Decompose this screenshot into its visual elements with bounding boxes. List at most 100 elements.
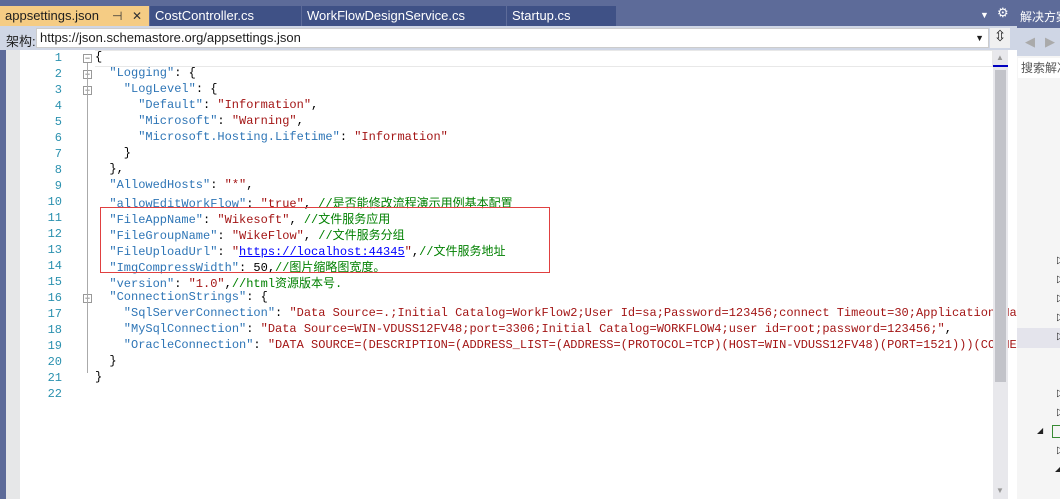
punctuation: :: [339, 130, 355, 144]
json-string: "DATA SOURCE=(DESCRIPTION=(ADDRESS_LIST=…: [267, 338, 1017, 352]
json-key: "Microsoft.Hosting.Lifetime": [138, 130, 340, 144]
solution-search-input[interactable]: 搜索解决方案: [1018, 58, 1060, 78]
punctuation: ,: [224, 277, 232, 291]
json-key: "SqlServerConnection": [123, 306, 276, 320]
line-number: 19: [47, 339, 62, 353]
json-key: "Microsoft": [138, 114, 218, 128]
json-key: "ConnectionStrings": [109, 290, 247, 304]
schema-label: 架构:: [6, 34, 36, 49]
schema-value: https://json.schemastore.org/appsettings…: [40, 30, 301, 45]
close-icon[interactable]: ✕: [132, 6, 142, 26]
line-number: 21: [47, 371, 62, 385]
punctuation: }: [123, 146, 131, 160]
line-number: 7: [54, 147, 62, 161]
red-annotation-box: [100, 207, 550, 273]
line-number-gutter: 1 2 3 4 5 6 7 8 9 10 11 12 13 14 15 16 17 18 19 20 21 22: [20, 50, 70, 499]
json-string: "Information": [217, 98, 312, 112]
code-line[interactable]: "ConnectionStrings": {: [109, 290, 267, 306]
code-line[interactable]: "Microsoft.Hosting.Lifetime": "Informati…: [138, 130, 448, 146]
panel-toolbar: ◀ ▶: [1017, 28, 1060, 56]
code-line[interactable]: }: [95, 370, 102, 386]
code-line[interactable]: "SqlServerConnection": "Data Source=.;In…: [124, 306, 1017, 322]
punctuation: : {: [174, 66, 196, 80]
csharp-project-icon: [1052, 425, 1060, 438]
code-line[interactable]: "Default": "Information",: [138, 98, 318, 114]
punctuation: :: [174, 277, 189, 291]
comment: //html资源版本号.: [231, 277, 343, 291]
line-number: 4: [54, 99, 62, 113]
punctuation: {: [95, 50, 103, 64]
tab-label: CostController.cs: [155, 8, 254, 23]
tab-label: Startup.cs: [512, 8, 571, 23]
code-line[interactable]: },: [109, 162, 123, 178]
chevron-down-icon[interactable]: ▼: [975, 29, 984, 47]
code-line[interactable]: "MySqlConnection": "Data Source=WIN-VDUS…: [124, 322, 952, 338]
collapse-icon[interactable]: ◢: [1037, 426, 1043, 435]
line-number: 15: [47, 275, 62, 289]
fold-toggle-icon[interactable]: −: [83, 54, 92, 63]
line-number: 6: [54, 131, 62, 145]
selection-margin: [6, 50, 20, 499]
punctuation: }: [109, 354, 117, 368]
line-number: 13: [47, 243, 62, 257]
code-line[interactable]: "Logging": {: [109, 66, 195, 82]
pin-icon[interactable]: ⊣: [112, 6, 122, 26]
line-number: 9: [54, 179, 62, 193]
json-key: "AllowedHosts": [109, 178, 211, 192]
tab-costcontroller[interactable]: CostController.cs: [150, 6, 302, 26]
punctuation: ,: [246, 178, 254, 192]
line-number: 2: [54, 67, 62, 81]
vertical-scrollbar[interactable]: ▲ ▼: [993, 50, 1008, 499]
punctuation: ,: [311, 98, 319, 112]
json-key: "Logging": [109, 66, 175, 80]
line-number: 22: [47, 387, 62, 401]
json-key: "LogLevel": [123, 82, 196, 96]
scroll-down-icon[interactable]: ▼: [996, 486, 1004, 495]
scroll-up-icon[interactable]: ▲: [996, 53, 1004, 62]
punctuation: ,: [296, 114, 304, 128]
line-number: 3: [54, 83, 62, 97]
json-key: "Default": [138, 98, 203, 112]
json-string: "*": [224, 178, 247, 192]
punctuation: :: [203, 98, 218, 112]
code-line[interactable]: "version": "1.0",//html资源版本号.: [109, 274, 343, 291]
forward-icon[interactable]: ▶: [1045, 34, 1055, 50]
line-number: 14: [47, 259, 62, 273]
code-line[interactable]: "AllowedHosts": "*",: [109, 178, 253, 194]
collapse-icon[interactable]: ◢: [1055, 464, 1060, 473]
line-number: 8: [54, 163, 62, 177]
code-editor[interactable]: 12345678910111213141516171819202122 −−−−…: [6, 50, 1017, 499]
punctuation: }: [95, 370, 103, 384]
line-number: 17: [47, 307, 62, 321]
json-key: "OracleConnection": [123, 338, 254, 352]
punctuation: },: [109, 162, 124, 176]
code-line[interactable]: }: [109, 354, 116, 370]
split-editor-button[interactable]: ⇳: [990, 28, 1010, 48]
fold-guide: [87, 63, 88, 373]
code-line[interactable]: "LogLevel": {: [124, 82, 218, 98]
code-line[interactable]: "OracleConnection": "DATA SOURCE=(DESCRI…: [124, 338, 1017, 354]
tab-dropdown-icon[interactable]: ▼: [980, 10, 989, 20]
current-line-highlight: [95, 50, 993, 67]
tab-label: appsettings.json: [5, 8, 99, 23]
json-string: "Data Source=WIN-VDUSS12FV48;port=3306;I…: [260, 322, 945, 336]
gear-icon[interactable]: ⚙: [997, 5, 1009, 21]
punctuation: :: [253, 338, 268, 352]
line-number: 1: [54, 51, 62, 65]
document-tab-bar: appsettings.json ⊣ ✕ CostController.cs W…: [0, 0, 1017, 26]
scrollbar-thumb[interactable]: [995, 70, 1006, 382]
tab-startup[interactable]: Startup.cs: [507, 6, 617, 26]
punctuation: :: [217, 114, 232, 128]
json-string: "Data Source=.;Initial Catalog=WorkFlow2…: [289, 306, 1017, 320]
tab-appsettings-json[interactable]: appsettings.json ⊣ ✕: [0, 6, 150, 26]
json-string: "Information": [354, 130, 448, 144]
tab-label: WorkFlowDesignService.cs: [307, 8, 465, 23]
line-number: 18: [47, 323, 62, 337]
code-line[interactable]: "Microsoft": "Warning",: [138, 114, 304, 130]
code-line[interactable]: {: [95, 50, 102, 66]
json-string: "1.0": [188, 277, 225, 291]
back-icon[interactable]: ◀: [1025, 34, 1035, 50]
schema-input[interactable]: https://json.schemastore.org/appsettings…: [36, 28, 989, 48]
code-line[interactable]: }: [124, 146, 131, 162]
tab-workflowdesignservice[interactable]: WorkFlowDesignService.cs: [302, 6, 507, 26]
